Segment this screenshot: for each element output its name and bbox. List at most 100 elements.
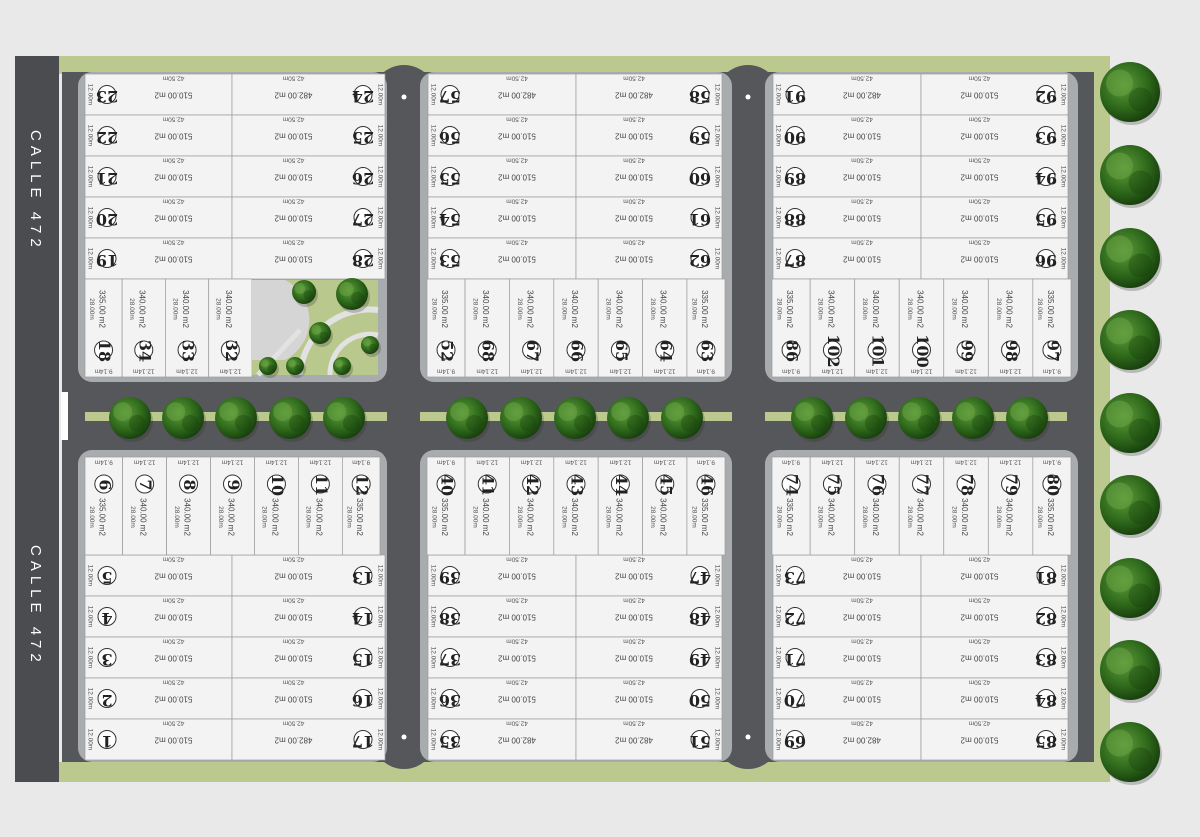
lot-99[interactable]: 99 340.00 m228.00m 12.14m xyxy=(943,278,989,378)
lot-4[interactable]: 4 510.00 m2 42.50m 12.00m xyxy=(84,595,233,638)
lot-49[interactable]: 49 510.00 m2 42.50m 12.00m xyxy=(575,636,723,679)
lot-63[interactable]: 63 335.00 m228.00m 9.14m xyxy=(686,278,726,378)
lot-56[interactable]: 56 510.00 m2 42.50m 12.00m xyxy=(427,114,577,157)
lot-75[interactable]: 75 340.00 m228.00m 12.14m xyxy=(809,456,856,556)
lot-84[interactable]: 84 510.00 m2 42.50m 12.00m xyxy=(920,677,1069,720)
lot-62[interactable]: 62 510.00 m2 42.50m 12.00m xyxy=(575,237,723,280)
lot-86[interactable]: 86 335.00 m228.00m 9.14m xyxy=(771,278,811,378)
lot-16[interactable]: 16 510.00 m2 42.50m 12.00m xyxy=(231,677,386,720)
lot-14[interactable]: 14 510.00 m2 42.50m 12.00m xyxy=(231,595,386,638)
lot-7[interactable]: 7 340.00 m228.00m 12.14m xyxy=(122,456,167,556)
lot-13[interactable]: 13 510.00 m2 42.50m 12.00m xyxy=(231,554,386,597)
lot-76[interactable]: 76 340.00 m228.00m 12.14m xyxy=(854,456,900,556)
lot-95[interactable]: 95 510.00 m2 42.50m 12.00m xyxy=(920,196,1069,239)
lot-77[interactable]: 77 340.00 m228.00m 12.14m xyxy=(898,456,945,556)
lot-60[interactable]: 60 510.00 m2 42.50m 12.00m xyxy=(575,155,723,198)
lot-27[interactable]: 27 510.00 m2 42.50m 12.00m xyxy=(231,196,386,239)
lot-34[interactable]: 34 340.00 m228.00m 12.14m xyxy=(121,278,166,378)
lot-98[interactable]: 98 340.00 m228.00m 12.14m xyxy=(987,278,1034,378)
lot-82[interactable]: 82 510.00 m2 42.50m 12.00m xyxy=(920,595,1069,638)
lot-37[interactable]: 37 510.00 m2 42.50m 12.00m xyxy=(427,636,577,679)
lot-55[interactable]: 55 510.00 m2 42.50m 12.00m xyxy=(427,155,577,198)
lot-100[interactable]: 100 340.00 m228.00m 12.14m xyxy=(898,278,945,378)
lot-22[interactable]: 22 510.00 m2 42.50m 12.00m xyxy=(84,114,233,157)
lot-97[interactable]: 97 335.00 m228.00m 9.14m xyxy=(1032,278,1072,378)
lot-102[interactable]: 102 340.00 m228.00m 12.14m xyxy=(809,278,856,378)
lot-2[interactable]: 2 510.00 m2 42.50m 12.00m xyxy=(84,677,233,720)
lot-36[interactable]: 36 510.00 m2 42.50m 12.00m xyxy=(427,677,577,720)
lot-3[interactable]: 3 510.00 m2 42.50m 12.00m xyxy=(84,636,233,679)
lot-48[interactable]: 48 510.00 m2 42.50m 12.00m xyxy=(575,595,723,638)
lot-46[interactable]: 46 335.00 m228.00m 9.14m xyxy=(686,456,726,556)
lot-23[interactable]: 23 510.00 m2 42.50m 12.00m xyxy=(84,73,233,116)
lot-43[interactable]: 43 340.00 m228.00m 12.14m xyxy=(553,456,599,556)
lot-10[interactable]: 10 340.00 m228.00m 12.14m xyxy=(254,456,299,556)
lot-17[interactable]: 17 482.00 m2 42.50m 12.00m xyxy=(231,718,386,761)
lot-18[interactable]: 18 335.00 m228.00m 9.14m xyxy=(84,278,123,378)
lot-90[interactable]: 90 510.00 m2 42.50m 12.00m xyxy=(772,114,922,157)
lot-101[interactable]: 101 340.00 m228.00m 12.14m xyxy=(854,278,900,378)
lot-53[interactable]: 53 510.00 m2 42.50m 12.00m xyxy=(427,237,577,280)
lot-69[interactable]: 69 482.00 m2 42.50m 12.00m xyxy=(772,718,922,761)
lot-72[interactable]: 72 510.00 m2 42.50m 12.00m xyxy=(772,595,922,638)
lot-40[interactable]: 40 335.00 m228.00m 9.14m xyxy=(426,456,466,556)
lot-54[interactable]: 54 510.00 m2 42.50m 12.00m xyxy=(427,196,577,239)
lot-51[interactable]: 51 482.00 m2 42.50m 12.00m xyxy=(575,718,723,761)
lot-45[interactable]: 45 340.00 m228.00m 12.14m xyxy=(642,456,688,556)
lot-20[interactable]: 20 510.00 m2 42.50m 12.00m xyxy=(84,196,233,239)
lot-50[interactable]: 50 510.00 m2 42.50m 12.00m xyxy=(575,677,723,720)
lot-39[interactable]: 39 510.00 m2 42.50m 12.00m xyxy=(427,554,577,597)
lot-58[interactable]: 58 482.00 m2 42.50m 12.00m xyxy=(575,73,723,116)
lot-25[interactable]: 25 510.00 m2 42.50m 12.00m xyxy=(231,114,386,157)
lot-85[interactable]: 85 510.00 m2 42.50m 12.00m xyxy=(920,718,1069,761)
lot-12[interactable]: 12 335.00 m228.00m 9.14m xyxy=(341,456,381,556)
lot-28[interactable]: 28 510.00 m2 42.50m 12.00m xyxy=(231,237,386,280)
lot-47[interactable]: 47 510.00 m2 42.50m 12.00m xyxy=(575,554,723,597)
lot-6[interactable]: 6 335.00 m228.00m 9.14m xyxy=(84,456,124,556)
lot-9[interactable]: 9 340.00 m228.00m 12.14m xyxy=(210,456,255,556)
lot-91[interactable]: 91 482.00 m2 42.50m 12.00m xyxy=(772,73,922,116)
lot-71[interactable]: 71 510.00 m2 42.50m 12.00m xyxy=(772,636,922,679)
lot-80[interactable]: 80 335.00 m228.00m 9.14m xyxy=(1032,456,1072,556)
lot-81[interactable]: 81 510.00 m2 42.50m 12.00m xyxy=(920,554,1069,597)
lot-15[interactable]: 15 510.00 m2 42.50m 12.00m xyxy=(231,636,386,679)
lot-area: 340.00 m2 xyxy=(481,498,490,536)
lot-92[interactable]: 92 510.00 m2 42.50m 12.00m xyxy=(920,73,1069,116)
lot-21[interactable]: 21 510.00 m2 42.50m 12.00m xyxy=(84,155,233,198)
lot-79[interactable]: 79 340.00 m228.00m 12.14m xyxy=(987,456,1034,556)
lot-35[interactable]: 35 482.00 m2 42.50m 12.00m xyxy=(427,718,577,761)
lot-5[interactable]: 5 510.00 m2 42.50m 12.00m xyxy=(84,554,233,597)
lot-8[interactable]: 8 340.00 m228.00m 12.14m xyxy=(166,456,211,556)
lot-67[interactable]: 67 340.00 m228.00m 12.14m xyxy=(509,278,555,378)
lot-24[interactable]: 24 482.00 m2 42.50m 12.00m xyxy=(231,73,386,116)
lot-68[interactable]: 68 340.00 m228.00m 12.14m xyxy=(464,278,510,378)
lot-65[interactable]: 65 340.00 m228.00m 12.14m xyxy=(597,278,643,378)
lot-83[interactable]: 83 510.00 m2 42.50m 12.00m xyxy=(920,636,1069,679)
lot-32[interactable]: 32 340.00 m228.00m 12.14m xyxy=(208,278,253,378)
lot-59[interactable]: 59 510.00 m2 42.50m 12.00m xyxy=(575,114,723,157)
lot-64[interactable]: 64 340.00 m228.00m 12.14m xyxy=(642,278,688,378)
lot-11[interactable]: 11 340.00 m228.00m 12.14m xyxy=(298,456,343,556)
lot-44[interactable]: 44 340.00 m228.00m 12.14m xyxy=(597,456,643,556)
lot-26[interactable]: 26 510.00 m2 42.50m 12.00m xyxy=(231,155,386,198)
lot-93[interactable]: 93 510.00 m2 42.50m 12.00m xyxy=(920,114,1069,157)
lot-74[interactable]: 74 335.00 m228.00m 9.14m xyxy=(771,456,811,556)
lot-38[interactable]: 38 510.00 m2 42.50m 12.00m xyxy=(427,595,577,638)
lot-52[interactable]: 52 335.00 m228.00m 9.14m xyxy=(426,278,466,378)
lot-42[interactable]: 42 340.00 m228.00m 12.14m xyxy=(509,456,555,556)
lot-89[interactable]: 89 510.00 m2 42.50m 12.00m xyxy=(772,155,922,198)
lot-57[interactable]: 57 482.00 m2 42.50m 12.00m xyxy=(427,73,577,116)
lot-96[interactable]: 96 510.00 m2 42.50m 12.00m xyxy=(920,237,1069,280)
lot-1[interactable]: 1 510.00 m2 42.50m 12.00m xyxy=(84,718,233,761)
lot-87[interactable]: 87 510.00 m2 42.50m 12.00m xyxy=(772,237,922,280)
lot-61[interactable]: 61 510.00 m2 42.50m 12.00m xyxy=(575,196,723,239)
lot-73[interactable]: 73 510.00 m2 42.50m 12.00m xyxy=(772,554,922,597)
lot-41[interactable]: 41 340.00 m228.00m 12.14m xyxy=(464,456,510,556)
lot-19[interactable]: 19 510.00 m2 42.50m 12.00m xyxy=(84,237,233,280)
lot-70[interactable]: 70 510.00 m2 42.50m 12.00m xyxy=(772,677,922,720)
lot-33[interactable]: 33 340.00 m228.00m 12.14m xyxy=(165,278,210,378)
lot-78[interactable]: 78 340.00 m228.00m 12.14m xyxy=(943,456,989,556)
lot-94[interactable]: 94 510.00 m2 42.50m 12.00m xyxy=(920,155,1069,198)
lot-66[interactable]: 66 340.00 m228.00m 12.14m xyxy=(553,278,599,378)
lot-88[interactable]: 88 510.00 m2 42.50m 12.00m xyxy=(772,196,922,239)
